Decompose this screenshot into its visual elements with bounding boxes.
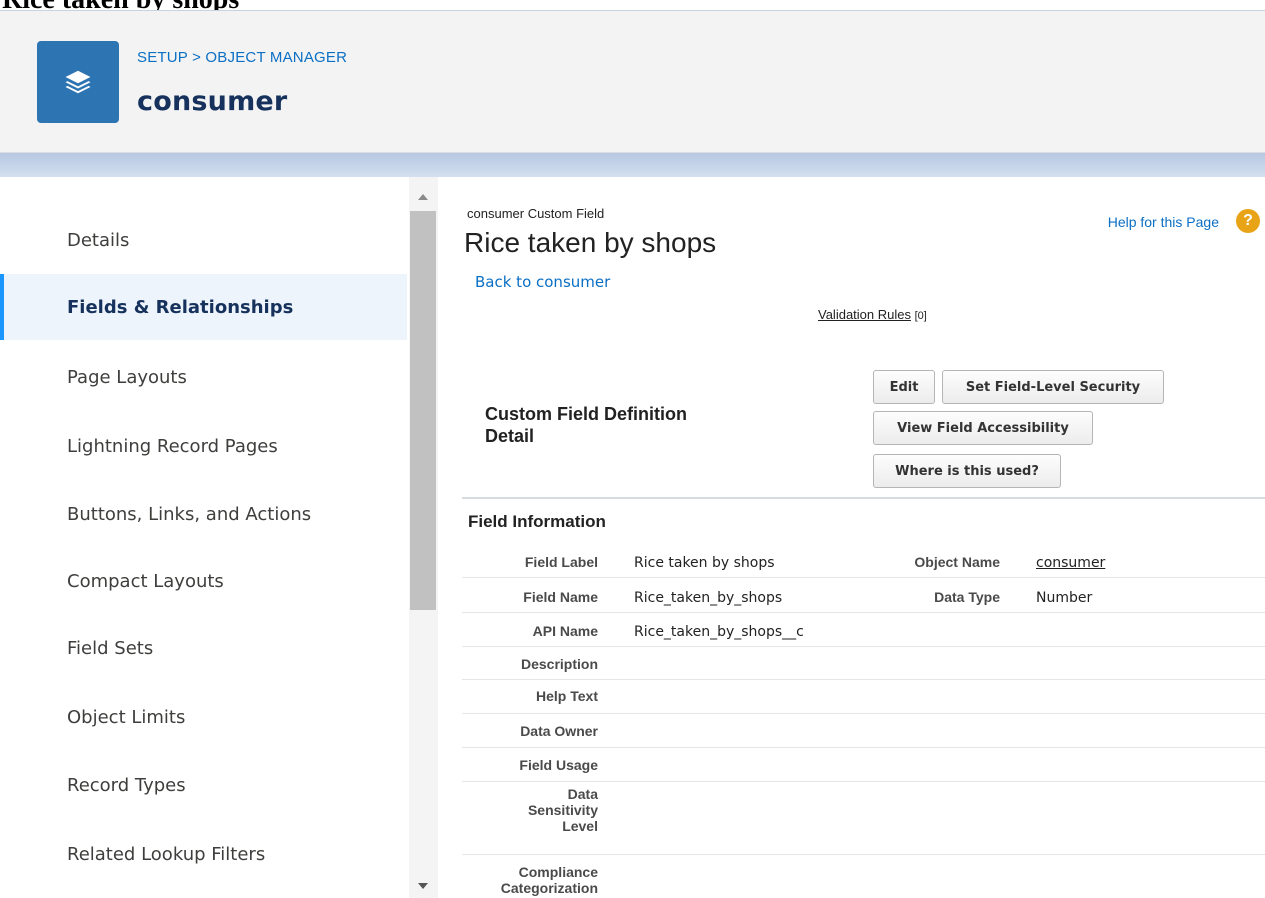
sidebar-item-lightning-record-pages[interactable]: Lightning Record Pages [0,413,407,479]
scroll-up-arrow-icon [418,194,428,200]
row-divider [462,854,1265,855]
page-title: Rice taken by shops [464,227,717,258]
description-label: Description [520,656,598,672]
api-name-label: API Name [532,623,598,639]
scroll-down-button[interactable] [410,872,436,898]
field-usage-label: Field Usage [519,757,598,773]
breadcrumb[interactable]: SETUP > OBJECT MANAGER [137,49,347,66]
where-is-this-used-button[interactable]: Where is this used? [873,454,1061,488]
help-text-label: Help Text [536,688,598,704]
data-type-label: Data Type [934,589,1000,605]
field-label-label: Field Label [524,554,598,570]
sidebar-item-record-types[interactable]: Record Types [0,752,407,818]
detail-heading-line2: Detail [485,426,535,446]
data-sensitivity-label-line1: Data [567,786,598,802]
detail-heading: Custom Field Definition Detail [485,403,687,447]
sidebar-item-field-sets[interactable]: Field Sets [0,615,407,681]
sidebar-item-fields-relationships[interactable]: Fields & Relationships [0,274,407,340]
section-divider [462,497,1265,499]
sidebar-item-related-lookup-filters[interactable]: Related Lookup Filters [0,821,407,887]
field-type-label: consumer Custom Field [467,206,605,221]
row-divider [462,781,1265,782]
object-name-label: Object Name [914,554,1000,570]
decorative-band [0,153,1265,177]
object-header: SETUP > OBJECT MANAGER consumer [0,10,1265,153]
view-field-accessibility-button[interactable]: View Field Accessibility [873,411,1093,445]
edit-button[interactable]: Edit [873,370,935,404]
stacked-layers-icon [65,70,91,94]
object-icon [37,41,119,123]
validation-rules-count: [0] [914,310,927,322]
data-sensitivity-label-line2: Sensitivity [527,802,598,818]
compliance-label-line2: Categorization [500,880,598,896]
field-name-label: Field Name [523,589,598,605]
sidebar-item-buttons-links-actions[interactable]: Buttons, Links, and Actions [0,481,407,547]
data-owner-label: Data Owner [520,723,598,739]
scroll-down-arrow-icon [418,883,428,889]
validation-rules-link[interactable]: Validation Rules [0] [818,307,927,322]
breadcrumb-text[interactable]: SETUP > OBJECT MANAGER [137,49,347,66]
field-name-value: Rice_taken_by_shops [634,590,783,606]
help-for-page-link[interactable]: Help for this Page [1108,214,1219,230]
main-content: consumer Custom Field Rice taken by shop… [440,177,1265,898]
row-divider [462,577,1265,578]
row-divider [462,713,1265,714]
object-manager-sidebar: Details Fields & Relationships Page Layo… [0,177,407,898]
row-divider [462,679,1265,680]
row-divider [462,612,1265,613]
set-field-level-security-button[interactable]: Set Field-Level Security [942,370,1164,404]
validation-rules-label[interactable]: Validation Rules [818,307,911,322]
page: Rice taken by shops SETUP > OBJECT MANAG… [0,0,1265,898]
data-type-value: Number [1036,590,1093,606]
row-divider [462,747,1265,748]
detail-heading-line1: Custom Field Definition [485,404,687,424]
back-to-object-link[interactable]: Back to consumer [475,273,610,291]
sidebar-item-object-limits[interactable]: Object Limits [0,684,407,750]
sidebar-item-page-layouts[interactable]: Page Layouts [0,344,407,410]
compliance-categorization-label: Compliance Categorization [470,864,598,896]
field-label-value: Rice taken by shops [634,555,775,571]
row-divider [462,646,1265,647]
question-circle-icon[interactable]: ? [1236,209,1260,233]
sidebar-scrollbar-thumb[interactable] [410,211,436,610]
compliance-label-line1: Compliance [518,864,598,880]
api-name-value: Rice_taken_by_shops__c [634,624,804,640]
scroll-up-button[interactable] [410,183,436,211]
object-name-link[interactable]: consumer [1036,555,1105,571]
sidebar-item-details[interactable]: Details [0,207,407,273]
data-sensitivity-level-label: Data Sensitivity Level [470,786,598,834]
section-title: Field Information [468,512,606,531]
data-sensitivity-label-line3: Level [562,818,598,834]
object-title: consumer [137,86,288,117]
sidebar-item-compact-layouts[interactable]: Compact Layouts [0,548,407,614]
